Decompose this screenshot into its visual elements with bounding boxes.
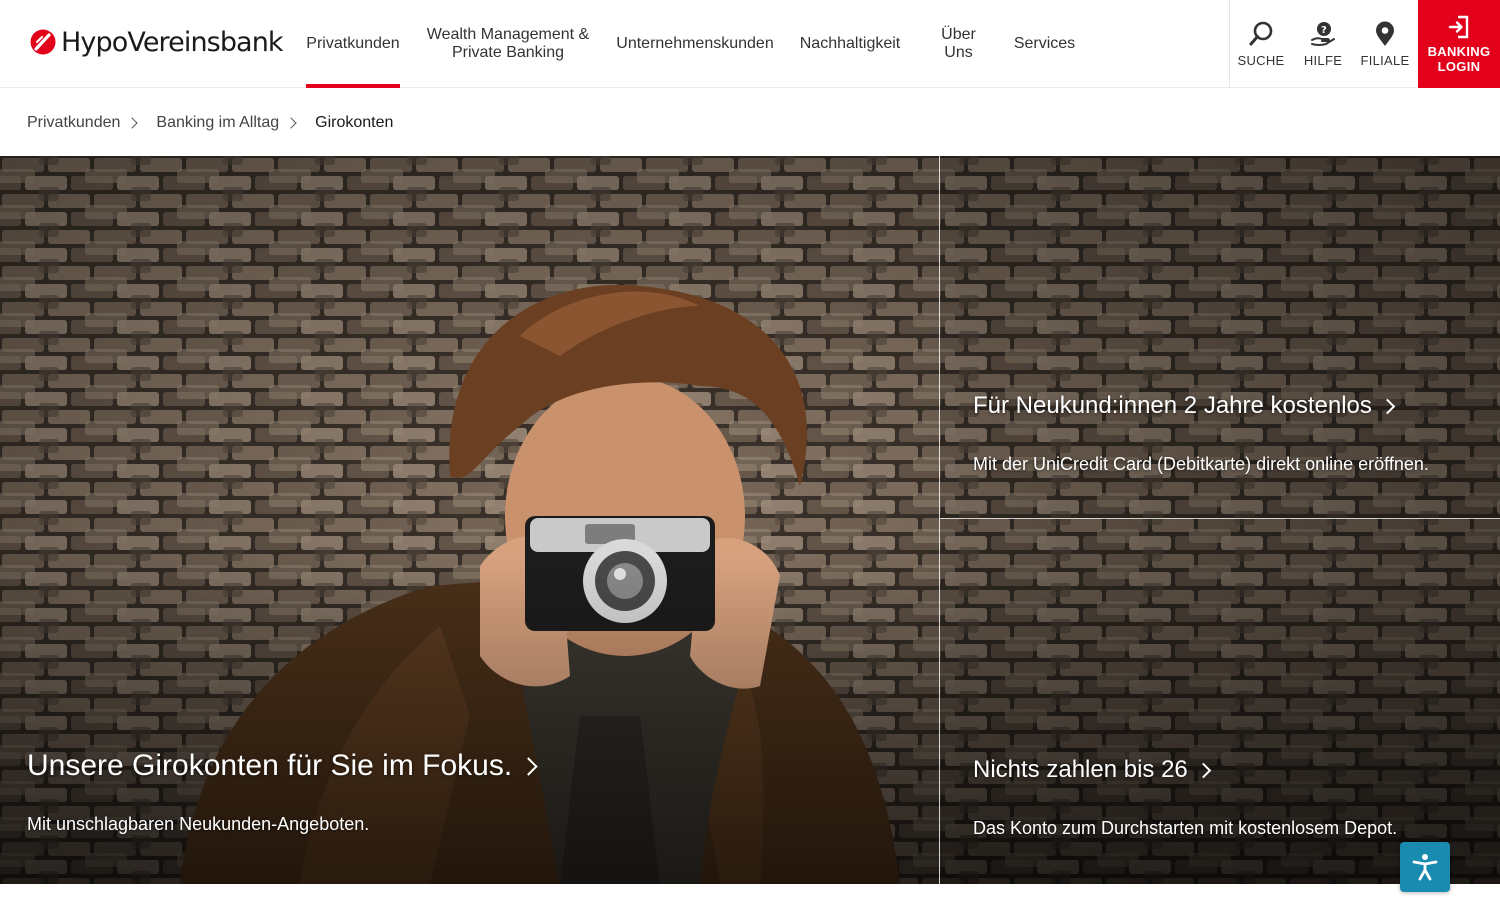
location-pin-icon <box>1376 21 1394 46</box>
teaser-title-top-right-text: Für Neukund:innen 2 Jahre kostenlos <box>973 392 1372 419</box>
hero-section: Unsere Girokonten für Sie im Fokus. Mit … <box>0 156 1500 884</box>
brand-name: HypoVereinsbank <box>61 26 284 58</box>
teaser-subtitle-bottom-right: Das Konto zum Durchstarten mit kostenlos… <box>973 818 1398 838</box>
nav-item-services[interactable]: Services <box>1014 0 1075 88</box>
teaser-title-bottom-right: Nichts zahlen bis 26 <box>973 756 1212 784</box>
breadcrumb-item-girokonten: Girokonten <box>315 114 394 131</box>
search-icon <box>1249 21 1273 46</box>
banking-login-label: BANKING LOGIN <box>1427 44 1491 74</box>
teaser-nichts-zahlen-bis-26[interactable]: Nichts zahlen bis 26 Das Konto zum Durch… <box>940 520 1500 884</box>
teaser-girokonten-fokus[interactable]: Unsere Girokonten für Sie im Fokus. Mit … <box>0 156 939 884</box>
nav-item-privatkunden[interactable]: Privatkunden <box>306 0 400 88</box>
teaser-subtitle-top-right: Mit der UniCredit Card (Debitkarte) dire… <box>973 454 1429 474</box>
teaser-title-main: Unsere Girokonten für Sie im Fokus. <box>27 749 538 783</box>
login-icon <box>1448 15 1469 39</box>
nav-item-nachhaltigkeit[interactable]: Nachhaltigkeit <box>798 0 902 88</box>
teaser-title-main-text: Unsere Girokonten für Sie im Fokus. <box>27 749 513 782</box>
teaser-title-bottom-right-text: Nichts zahlen bis 26 <box>973 756 1188 783</box>
site-header: HypoVereinsbank Privatkunden Wealth Mana… <box>0 0 1500 88</box>
help-icon: ? <box>1311 22 1335 46</box>
teaser-subtitle-main: Mit unschlagbaren Neukunden-Angeboten. <box>27 814 370 834</box>
branch-finder-button[interactable]: FILIALE <box>1354 0 1416 88</box>
breadcrumb-item-privatkunden[interactable]: Privatkunden <box>27 114 120 132</box>
hypovereinsbank-logo[interactable]: HypoVereinsbank <box>30 22 284 62</box>
teaser-divider <box>939 156 940 884</box>
nav-item-wealth-management[interactable]: Wealth Management & Private Banking <box>424 0 592 88</box>
unicredit-logo-icon <box>30 29 56 55</box>
search-button[interactable]: SUCHE <box>1230 0 1292 88</box>
accessibility-button[interactable] <box>1400 842 1450 892</box>
chevron-right-icon <box>126 117 139 129</box>
chevron-right-icon <box>1195 762 1212 778</box>
help-label: HILFE <box>1303 53 1343 68</box>
nav-item-unternehmenskunden[interactable]: Unternehmenskunden <box>616 0 774 88</box>
teaser-title-top-right: Für Neukund:innen 2 Jahre kostenlos <box>973 392 1396 420</box>
chevron-right-icon <box>285 117 297 129</box>
accessibility-icon <box>1412 854 1438 881</box>
breadcrumb-item-banking-im-alltag[interactable]: Banking im Alltag <box>156 114 279 132</box>
chevron-right-icon <box>1379 398 1396 414</box>
banking-login-button[interactable]: BANKING LOGIN <box>1418 0 1500 88</box>
chevron-right-icon <box>519 756 538 776</box>
nav-item-ueber-uns[interactable]: Über Uns <box>926 0 991 88</box>
main-navigation: Privatkunden Wealth Management & Private… <box>306 0 1098 88</box>
header-tools: SUCHE ? HILFE FILIALE <box>1229 0 1416 88</box>
teaser-neukunden-kostenlos[interactable]: Für Neukund:innen 2 Jahre kostenlos Mit … <box>940 156 1500 519</box>
svg-text:?: ? <box>1321 25 1327 36</box>
branch-label: FILIALE <box>1360 53 1410 68</box>
search-label: SUCHE <box>1237 53 1285 68</box>
help-button[interactable]: ? HILFE <box>1292 0 1354 88</box>
breadcrumb: Privatkunden Banking im Alltag Girokonte… <box>27 110 393 136</box>
